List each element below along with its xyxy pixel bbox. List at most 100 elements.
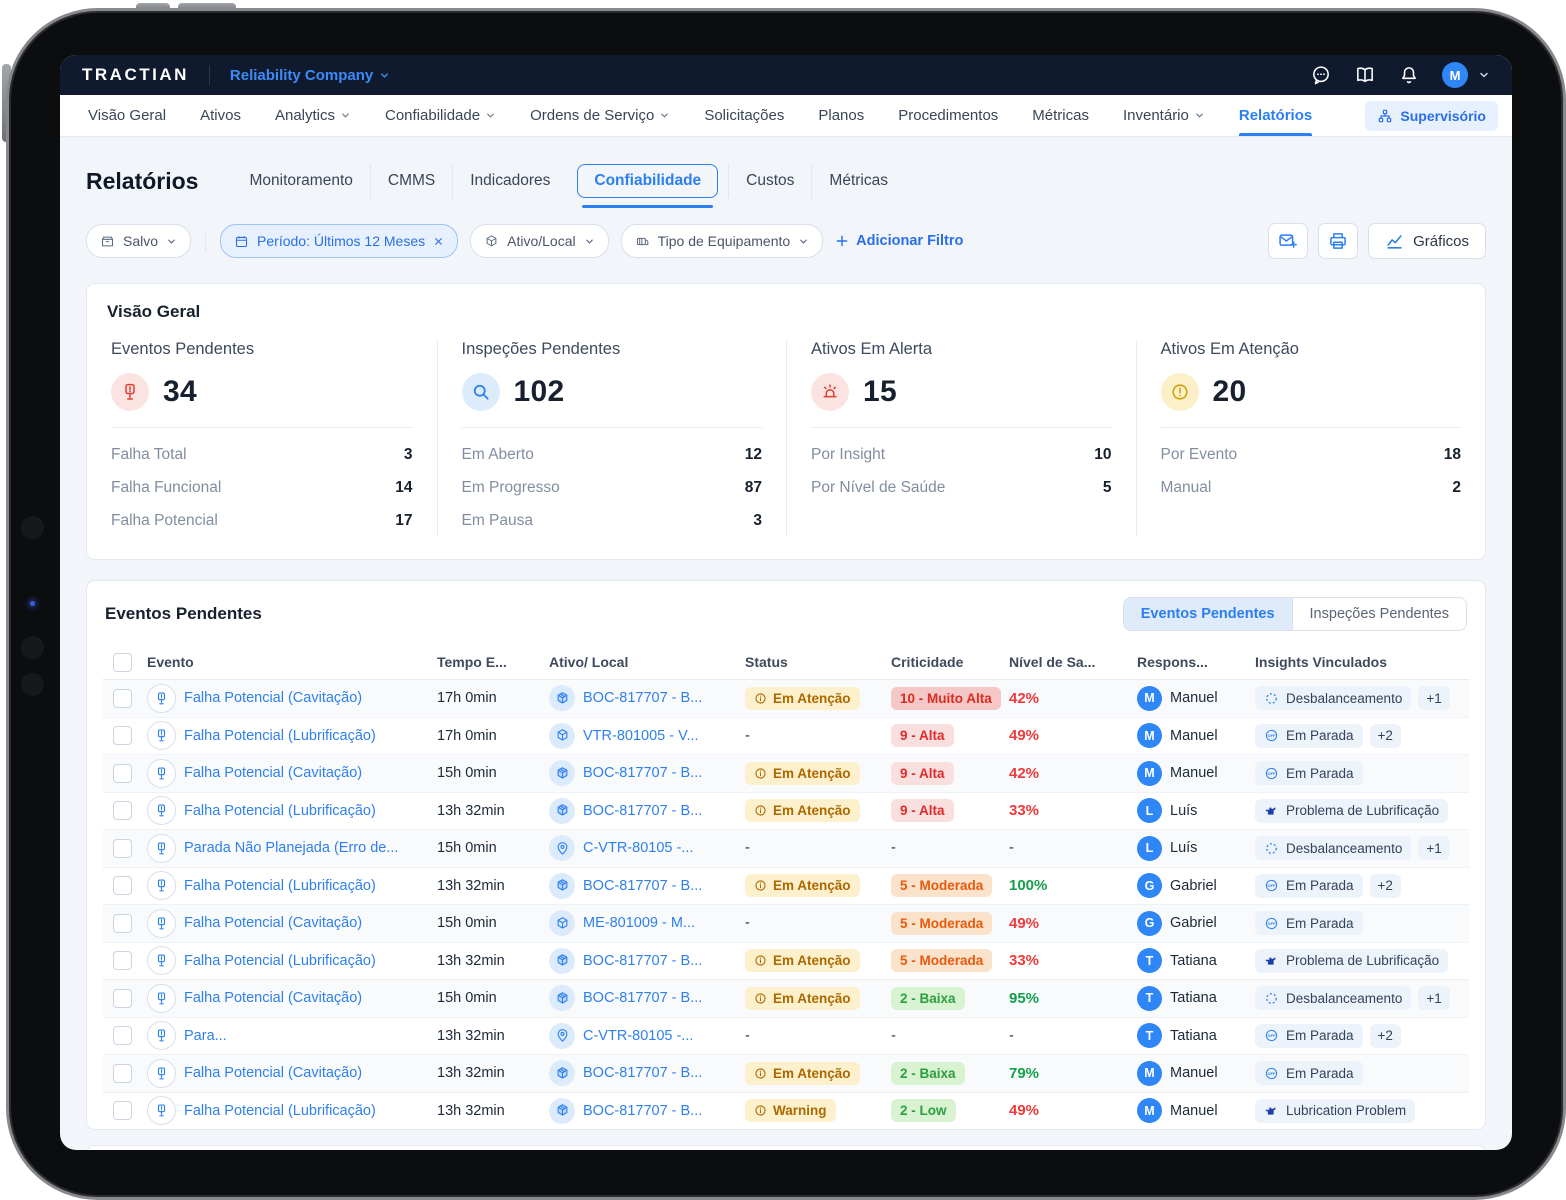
responsible-avatar: T bbox=[1137, 1023, 1162, 1049]
nav-item-confiabilidade[interactable]: Confiabilidade bbox=[385, 95, 496, 136]
tab-indicadores[interactable]: Indicadores bbox=[452, 164, 567, 198]
equipment-type-filter-chip[interactable]: Tipo de Equipamento bbox=[620, 224, 824, 258]
toggle-inspecoes-pendentes[interactable]: Inspeções Pendentes bbox=[1291, 598, 1466, 630]
column-header-tempo-e[interactable]: Tempo E... bbox=[437, 654, 549, 670]
insight-extra-count[interactable]: +1 bbox=[1418, 686, 1450, 711]
insight-chip-em-parada[interactable]: OFF Em Parada bbox=[1255, 761, 1363, 786]
tab-cmms[interactable]: CMMS bbox=[369, 164, 452, 198]
row-checkbox[interactable] bbox=[113, 988, 132, 1008]
event-link[interactable]: Falha Potencial (Cavitação) bbox=[184, 990, 362, 1006]
asset-link[interactable]: C-VTR-80105 -... bbox=[583, 1028, 693, 1044]
insight-chip-em-parada[interactable]: OFF Em Parada bbox=[1255, 911, 1363, 936]
nav-item-solicitacoes[interactable]: Solicitações bbox=[704, 95, 784, 136]
column-header-nivel-de-sa[interactable]: Nível de Sa... bbox=[1009, 654, 1137, 670]
event-link[interactable]: Falha Potencial (Cavitação) bbox=[184, 765, 362, 781]
insight-extra-count[interactable]: +1 bbox=[1418, 986, 1450, 1011]
print-button[interactable] bbox=[1318, 223, 1359, 259]
column-header-insights-vinculados[interactable]: Insights Vinculados bbox=[1255, 654, 1469, 670]
nav-item-procedimentos[interactable]: Procedimentos bbox=[898, 95, 998, 136]
insight-extra-count[interactable]: +2 bbox=[1369, 873, 1401, 898]
period-filter-label: Período: Últimos 12 Meses bbox=[257, 233, 426, 249]
asset-link[interactable]: BOC-817707 - B... bbox=[583, 990, 702, 1006]
nav-item-metricas[interactable]: Métricas bbox=[1032, 95, 1089, 136]
bell-icon[interactable] bbox=[1398, 64, 1420, 86]
row-checkbox[interactable] bbox=[113, 876, 132, 896]
stat-row-value: 10 bbox=[1094, 445, 1112, 463]
asset-link[interactable]: BOC-817707 - B... bbox=[583, 690, 702, 706]
insight-chip-desbalanceamento[interactable]: Desbalanceamento bbox=[1255, 986, 1412, 1011]
insight-chip-em-parada[interactable]: OFF Em Parada bbox=[1255, 873, 1363, 898]
event-link[interactable]: Falha Potencial (Lubrificação) bbox=[184, 728, 376, 744]
row-checkbox[interactable] bbox=[113, 763, 132, 783]
column-header-status[interactable]: Status bbox=[745, 654, 891, 670]
row-checkbox[interactable] bbox=[113, 801, 132, 821]
row-checkbox[interactable] bbox=[113, 913, 132, 933]
row-checkbox[interactable] bbox=[113, 726, 132, 746]
asset-link[interactable]: BOC-817707 - B... bbox=[583, 1065, 702, 1081]
nav-item-inventario[interactable]: Inventário bbox=[1123, 95, 1205, 136]
insight-chip-desbalanceamento[interactable]: Desbalanceamento bbox=[1255, 836, 1412, 861]
insight-chip-desbalanceamento[interactable]: Desbalanceamento bbox=[1255, 686, 1412, 711]
insight-extra-count[interactable]: +2 bbox=[1369, 723, 1401, 748]
saved-filters-chip[interactable]: Salvo bbox=[86, 224, 192, 258]
row-checkbox[interactable] bbox=[113, 1026, 132, 1046]
asset-filter-chip[interactable]: Ativo/Local bbox=[470, 224, 609, 258]
column-header-ativo-local[interactable]: Ativo/ Local bbox=[549, 654, 745, 670]
tab-metricas[interactable]: Métricas bbox=[811, 164, 905, 198]
asset-link[interactable]: C-VTR-80105 -... bbox=[583, 840, 693, 856]
period-filter-chip[interactable]: Período: Últimos 12 Meses bbox=[220, 224, 459, 258]
nav-item-visao-geral[interactable]: Visão Geral bbox=[88, 95, 166, 136]
nav-item-planos[interactable]: Planos bbox=[818, 95, 864, 136]
row-checkbox[interactable] bbox=[113, 1101, 132, 1121]
event-link[interactable]: Falha Potencial (Lubrificação) bbox=[184, 953, 376, 969]
column-header-evento[interactable]: Evento bbox=[147, 654, 437, 670]
tab-confiabilidade[interactable]: Confiabilidade bbox=[577, 164, 719, 208]
insight-extra-count[interactable]: +2 bbox=[1369, 1023, 1401, 1048]
asset-link[interactable]: VTR-801005 - V... bbox=[583, 728, 699, 744]
asset-link[interactable]: BOC-817707 - B... bbox=[583, 953, 702, 969]
event-link[interactable]: Para... bbox=[184, 1028, 227, 1044]
insight-chip-problema-de-lubrificacao[interactable]: Problema de Lubrificação bbox=[1255, 948, 1449, 973]
nav-item-relatorios[interactable]: Relatórios bbox=[1238, 95, 1313, 136]
insight-chip-em-parada[interactable]: OFF Em Parada bbox=[1255, 1023, 1363, 1048]
nav-item-ativos[interactable]: Ativos bbox=[200, 95, 241, 136]
book-icon[interactable] bbox=[1354, 64, 1376, 86]
asset-link[interactable]: BOC-817707 - B... bbox=[583, 878, 702, 894]
tab-custos[interactable]: Custos bbox=[728, 164, 811, 198]
asset-link[interactable]: BOC-817707 - B... bbox=[583, 803, 702, 819]
asset-link[interactable]: ME-801009 - M... bbox=[583, 915, 695, 931]
event-link[interactable]: Falha Potencial (Cavitação) bbox=[184, 915, 362, 931]
row-checkbox[interactable] bbox=[113, 951, 132, 971]
select-all-checkbox[interactable] bbox=[113, 652, 132, 672]
insight-chip-em-parada[interactable]: OFF Em Parada bbox=[1255, 1061, 1363, 1086]
graficos-button[interactable]: Gráficos bbox=[1368, 223, 1486, 259]
nav-item-analytics[interactable]: Analytics bbox=[275, 95, 351, 136]
column-header-respons[interactable]: Respons... bbox=[1137, 654, 1255, 670]
user-avatar[interactable]: M bbox=[1442, 62, 1468, 88]
insight-chip-em-parada[interactable]: OFF Em Parada bbox=[1255, 723, 1363, 748]
asset-link[interactable]: BOC-817707 - B... bbox=[583, 765, 702, 781]
row-checkbox[interactable] bbox=[113, 838, 132, 858]
row-checkbox[interactable] bbox=[113, 1063, 132, 1083]
event-link[interactable]: Parada Não Planejada (Erro de... bbox=[184, 840, 398, 856]
tab-monitoramento[interactable]: Monitoramento bbox=[232, 164, 369, 198]
supervisorio-button[interactable]: Supervisório bbox=[1365, 100, 1498, 131]
insight-chip-lubrication-problem[interactable]: Lubrication Problem bbox=[1255, 1098, 1416, 1123]
chat-icon[interactable] bbox=[1310, 64, 1332, 86]
row-checkbox[interactable] bbox=[113, 688, 132, 708]
column-header-criticidade[interactable]: Criticidade bbox=[891, 654, 1009, 670]
email-report-button[interactable] bbox=[1268, 223, 1309, 259]
event-link[interactable]: Falha Potencial (Lubrificação) bbox=[184, 803, 376, 819]
event-link[interactable]: Falha Potencial (Cavitação) bbox=[184, 1065, 362, 1081]
event-link[interactable]: Falha Potencial (Lubrificação) bbox=[184, 1103, 376, 1119]
event-link[interactable]: Falha Potencial (Cavitação) bbox=[184, 690, 362, 706]
toggle-eventos-pendentes[interactable]: Eventos Pendentes bbox=[1123, 598, 1292, 630]
user-menu-chevron-icon[interactable] bbox=[1478, 69, 1490, 81]
event-link[interactable]: Falha Potencial (Lubrificação) bbox=[184, 878, 376, 894]
nav-item-ordens-de-servico[interactable]: Ordens de Serviço bbox=[530, 95, 670, 136]
asset-link[interactable]: BOC-817707 - B... bbox=[583, 1103, 702, 1119]
insight-extra-count[interactable]: +1 bbox=[1418, 836, 1450, 861]
insight-chip-problema-de-lubrificacao[interactable]: Problema de Lubrificação bbox=[1255, 798, 1449, 823]
add-filter-button[interactable]: Adicionar Filtro bbox=[835, 233, 963, 249]
company-selector[interactable]: Reliability Company bbox=[230, 67, 390, 84]
